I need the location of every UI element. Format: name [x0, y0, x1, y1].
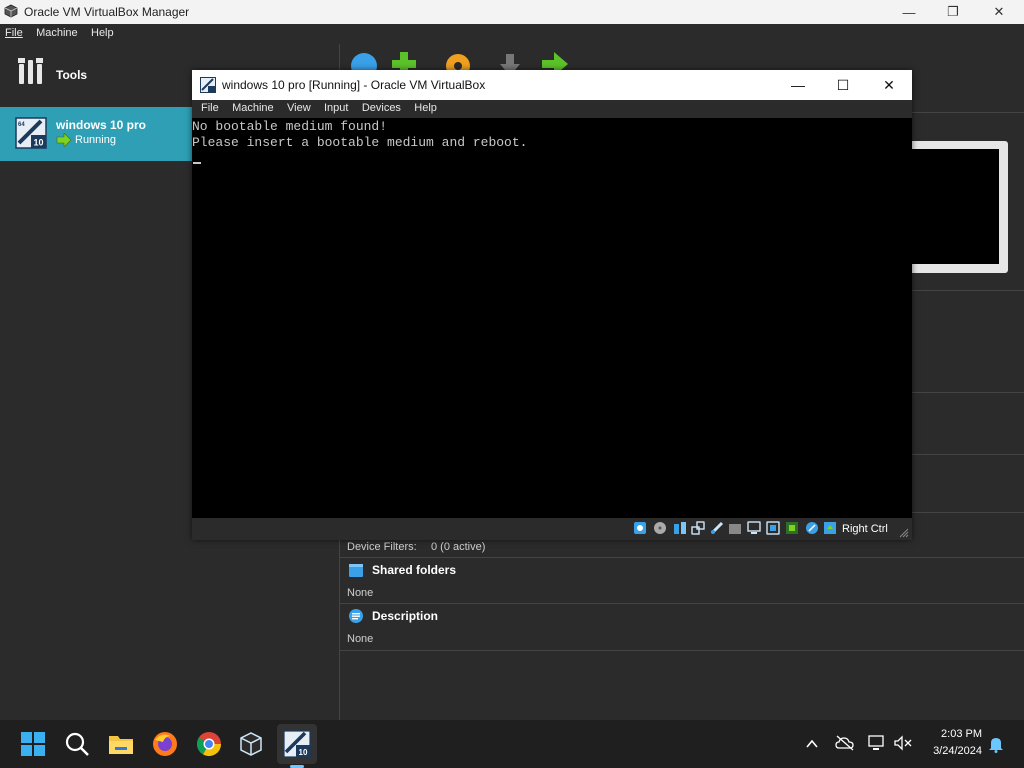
usb-icon[interactable] — [710, 521, 724, 535]
windows10-64-icon: 10 64 — [15, 117, 47, 149]
machine-sidebar: Tools 10 64 windows 10 pro Running — [0, 44, 192, 720]
tools-icon — [18, 58, 43, 84]
vm-window: windows 10 pro [Running] - Oracle VM Vir… — [192, 70, 912, 540]
vm-menu-file[interactable]: File — [196, 100, 224, 116]
shared-folders-header[interactable]: Shared folders — [372, 563, 456, 577]
vm-menu-help[interactable]: Help — [409, 100, 442, 116]
network-status-icon[interactable] — [867, 734, 887, 752]
vm-display[interactable]: No bootable medium found! Please insert … — [192, 118, 912, 518]
close-button[interactable]: ✕ — [976, 0, 1022, 24]
menu-machine[interactable]: Machine — [31, 24, 83, 42]
section-separator — [912, 512, 1024, 513]
firefox-icon[interactable] — [151, 730, 179, 758]
host-key-label: Right Ctrl — [842, 523, 888, 535]
device-filters-label: Device Filters: — [347, 541, 417, 553]
restore-button[interactable]: ❐ — [930, 0, 976, 24]
svg-text:10: 10 — [299, 748, 308, 757]
vm-maximize-button[interactable]: ☐ — [820, 70, 866, 100]
vm-menu-machine[interactable]: Machine — [227, 100, 279, 116]
section-separator — [340, 603, 1024, 604]
section-separator — [340, 557, 1024, 558]
boot-error-line: No bootable medium found! — [192, 119, 388, 134]
menu-help[interactable]: Help — [86, 24, 119, 42]
vm-name: windows 10 pro — [56, 118, 147, 132]
vm-statusbar: Right Ctrl — [192, 518, 912, 540]
manager-title: Oracle VM VirtualBox Manager — [24, 5, 190, 19]
hard-disk-icon[interactable] — [633, 521, 647, 535]
minimize-button[interactable]: — — [886, 0, 932, 24]
keyboard-capture-icon[interactable] — [823, 521, 837, 535]
virtualbox-icon — [4, 4, 18, 18]
recording-icon[interactable] — [766, 521, 780, 535]
optical-drive-icon[interactable] — [653, 521, 667, 535]
mouse-integration-icon[interactable] — [805, 521, 819, 535]
vm-window-title: windows 10 pro [Running] - Oracle VM Vir… — [222, 78, 486, 92]
tools-item[interactable]: Tools — [0, 46, 192, 102]
vm-close-button[interactable]: ✕ — [866, 70, 912, 100]
boot-error-line: Please insert a bootable medium and rebo… — [192, 135, 528, 150]
file-explorer-icon[interactable] — [107, 730, 135, 758]
chevron-up-icon[interactable] — [805, 737, 819, 751]
vm-list-item[interactable]: 10 64 windows 10 pro Running — [0, 107, 192, 161]
windows-start-icon[interactable] — [19, 730, 47, 758]
shared-folder-status-icon[interactable] — [728, 521, 742, 535]
device-filters-value: 0 (0 active) — [431, 541, 486, 553]
shared-folders-icon — [349, 564, 363, 577]
vm-status: Running — [75, 134, 116, 146]
section-separator — [912, 454, 1024, 455]
notification-bell-icon[interactable] — [988, 735, 1004, 753]
preview-screen — [906, 149, 999, 264]
vm-menu-devices[interactable]: Devices — [357, 100, 406, 116]
text-cursor — [193, 162, 201, 164]
vm-window-titlebar: windows 10 pro [Running] - Oracle VM Vir… — [192, 70, 912, 100]
description-icon — [349, 609, 363, 623]
section-separator — [912, 392, 1024, 393]
display-icon[interactable] — [747, 521, 761, 535]
network-icon[interactable] — [691, 521, 705, 535]
description-value: None — [347, 633, 374, 645]
vm-menu-input[interactable]: Input — [319, 100, 353, 116]
tools-label: Tools — [56, 68, 88, 82]
section-separator — [912, 290, 1024, 291]
svg-text:10: 10 — [33, 138, 43, 148]
taskbar: 10 2:03 PM 3/24/2024 — [0, 720, 1024, 768]
vm-menubar: File Machine View Input Devices Help — [192, 100, 912, 118]
virtualbox-taskbar-icon[interactable] — [237, 730, 265, 758]
section-separator — [340, 650, 1024, 651]
search-icon[interactable] — [63, 730, 91, 758]
vm-menu-view[interactable]: View — [282, 100, 316, 116]
details-pane: Device Filters: 0 (0 active) Shared fold… — [340, 540, 1024, 660]
section-separator — [912, 112, 1024, 113]
resize-grip-icon[interactable] — [899, 528, 909, 538]
volume-muted-icon[interactable] — [893, 734, 913, 752]
windows10-vm-taskbar-icon[interactable]: 10 — [283, 730, 311, 758]
description-header[interactable]: Description — [372, 609, 438, 623]
cpu-icon[interactable] — [785, 521, 799, 535]
vm-minimize-button[interactable]: — — [775, 70, 821, 100]
menu-file[interactable]: File — [0, 24, 28, 42]
onedrive-offline-icon[interactable] — [835, 734, 855, 752]
clock-time[interactable]: 2:03 PM — [926, 728, 982, 740]
chrome-icon[interactable] — [195, 730, 223, 758]
clock-date[interactable]: 3/24/2024 — [920, 745, 982, 757]
windows10-64-icon — [200, 77, 216, 93]
audio-icon[interactable] — [673, 521, 687, 535]
running-arrow-icon — [56, 133, 72, 147]
manager-titlebar: Oracle VM VirtualBox Manager — ❐ ✕ — [0, 0, 1024, 24]
svg-text:64: 64 — [18, 122, 25, 128]
manager-menubar: File Machine Help — [0, 24, 340, 44]
shared-folders-value: None — [347, 587, 374, 599]
